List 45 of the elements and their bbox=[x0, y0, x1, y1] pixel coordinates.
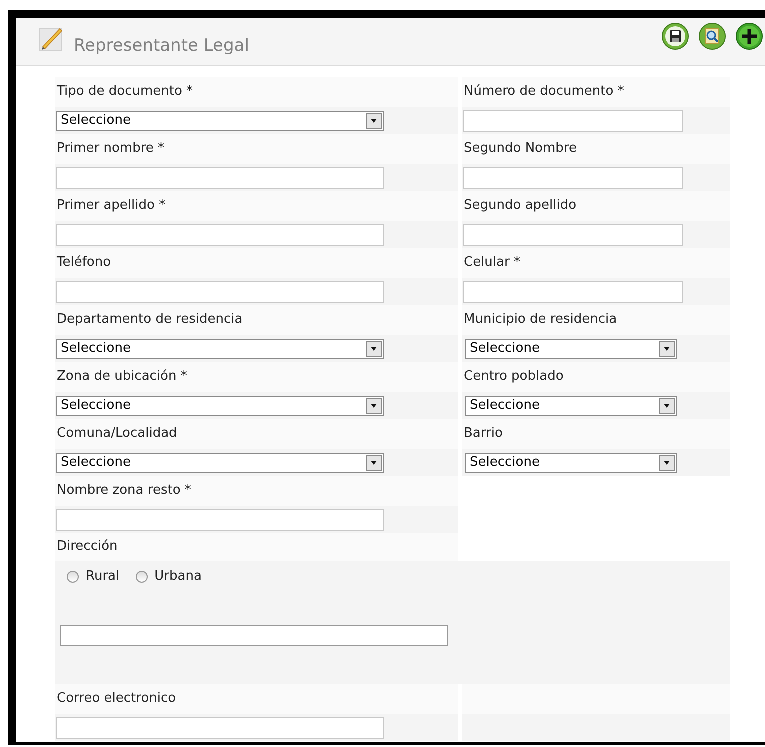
plus-icon bbox=[736, 23, 763, 50]
input-field[interactable] bbox=[56, 716, 384, 738]
radio-option[interactable]: Rural bbox=[67, 567, 120, 586]
field-label: Centro poblado bbox=[464, 368, 564, 386]
field-label: Nombre zona resto * bbox=[57, 482, 192, 500]
address-field[interactable] bbox=[60, 624, 448, 646]
field-label: Teléfono bbox=[57, 254, 112, 272]
input-field[interactable] bbox=[56, 280, 384, 302]
add-button[interactable] bbox=[736, 23, 763, 50]
input-field[interactable] bbox=[56, 224, 384, 246]
field-label: Municipio de residencia bbox=[464, 311, 618, 330]
dropdown[interactable]: Seleccione bbox=[465, 452, 677, 472]
input-field[interactable] bbox=[463, 280, 683, 302]
input-field[interactable] bbox=[463, 110, 683, 132]
field-label: Primer apellido * bbox=[57, 197, 166, 216]
radio-button[interactable] bbox=[136, 570, 148, 583]
dropdown[interactable]: Seleccione bbox=[56, 396, 384, 416]
field-label: Segundo Nombre bbox=[464, 140, 577, 158]
dropdown[interactable]: Seleccione bbox=[465, 338, 677, 358]
input-field[interactable] bbox=[463, 224, 683, 246]
save-button[interactable] bbox=[662, 23, 689, 50]
input-field[interactable] bbox=[56, 166, 384, 188]
dropdown[interactable]: Seleccione bbox=[465, 396, 677, 416]
field-label: Comuna/Localidad bbox=[57, 425, 178, 444]
dropdown[interactable]: Seleccione bbox=[56, 338, 384, 358]
field-label: Celular * bbox=[464, 254, 520, 272]
field-label: Dirección bbox=[57, 538, 118, 556]
input-field[interactable] bbox=[56, 508, 384, 530]
field-label: Tipo de documento * bbox=[57, 83, 194, 102]
search-button[interactable] bbox=[699, 23, 726, 50]
field-label: Zona de ubicación * bbox=[57, 368, 188, 386]
dropdown[interactable]: Seleccione bbox=[56, 452, 384, 472]
search-icon bbox=[699, 23, 726, 50]
panel-title: Representante Legal bbox=[74, 34, 250, 58]
field-label: Barrio bbox=[464, 425, 503, 444]
input-field[interactable] bbox=[463, 166, 683, 188]
radio-button[interactable] bbox=[67, 570, 79, 583]
radio-option[interactable]: Urbana bbox=[136, 567, 202, 586]
floppy-disk-icon bbox=[662, 23, 689, 50]
field-label: Correo electronico bbox=[57, 690, 176, 708]
dropdown[interactable]: Seleccione bbox=[56, 110, 384, 130]
field-label: Departamento de residencia bbox=[57, 311, 243, 330]
field-label: Número de documento * bbox=[464, 83, 624, 102]
field-label: Primer nombre * bbox=[57, 140, 165, 158]
field-label: Segundo apellido bbox=[464, 197, 577, 216]
